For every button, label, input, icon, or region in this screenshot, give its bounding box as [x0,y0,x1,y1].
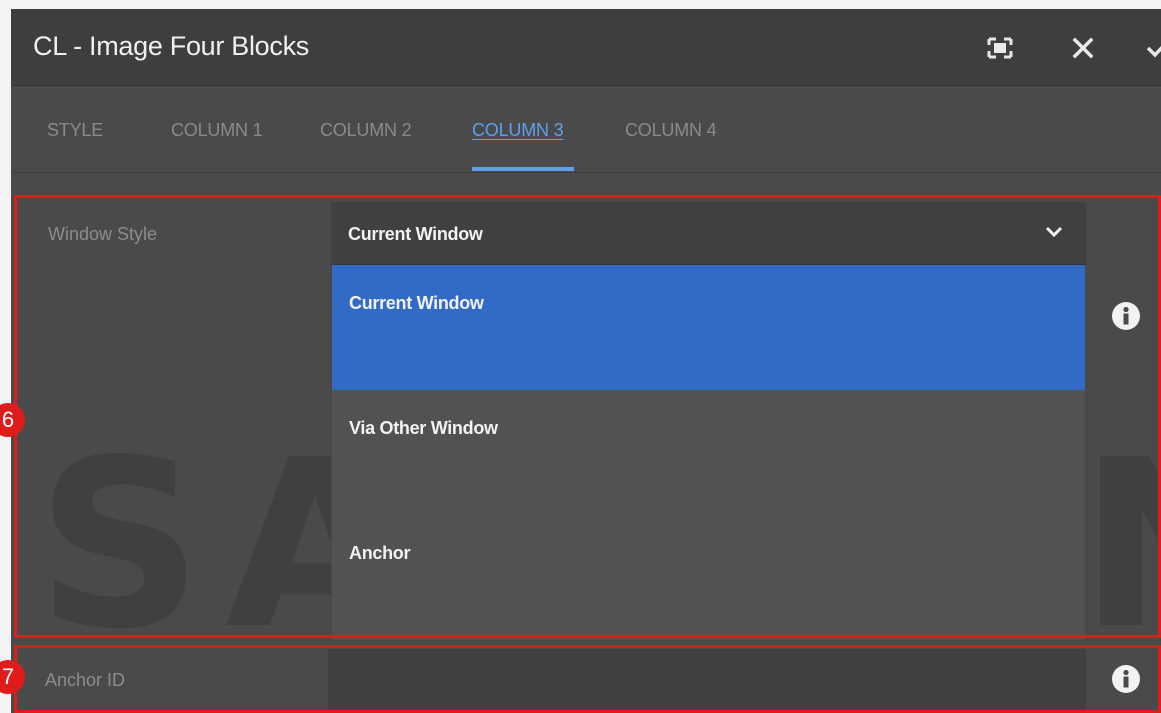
tab-column-2[interactable]: COLUMN 2 [320,120,412,141]
tab-column-3[interactable]: COLUMN 3 [472,120,564,141]
tab-column-1[interactable]: COLUMN 1 [171,120,263,141]
tab-bar: STYLE COLUMN 1 COLUMN 2 COLUMN 3 COLUMN … [11,87,1161,173]
option-label: Current Window [349,293,484,313]
dialog-title: CL - Image Four Blocks [33,31,309,61]
close-icon[interactable] [1068,33,1098,63]
option-via-other-window[interactable]: Via Other Window [332,390,1085,515]
checkmark-icon[interactable] [1142,33,1161,63]
tab-style[interactable]: STYLE [47,120,103,141]
window-style-select[interactable]: Current Window [331,202,1086,265]
tab-column-4[interactable]: COLUMN 4 [625,120,717,141]
dialog: CL - Image Four Blocks STYLE COLUMN 1 CO… [11,9,1161,713]
chevron-down-icon [1044,222,1064,242]
option-label: Via Other Window [349,418,498,438]
option-anchor[interactable]: Anchor [332,515,1085,640]
fullscreen-icon[interactable] [985,33,1015,63]
info-icon[interactable] [1111,301,1141,331]
info-icon[interactable] [1111,664,1141,694]
anchor-id-input[interactable] [328,649,1086,713]
option-current-window[interactable]: Current Window [332,265,1085,390]
window-style-label: Window Style [48,224,158,244]
window-style-selected-value: Current Window [348,224,483,244]
anchor-id-label: Anchor ID [45,670,126,690]
window-style-dropdown: Current Window Via Other Window Anchor [331,265,1086,640]
dialog-titlebar: CL - Image Four Blocks [11,9,1161,86]
option-label: Anchor [349,543,411,563]
active-tab-indicator [472,167,574,171]
